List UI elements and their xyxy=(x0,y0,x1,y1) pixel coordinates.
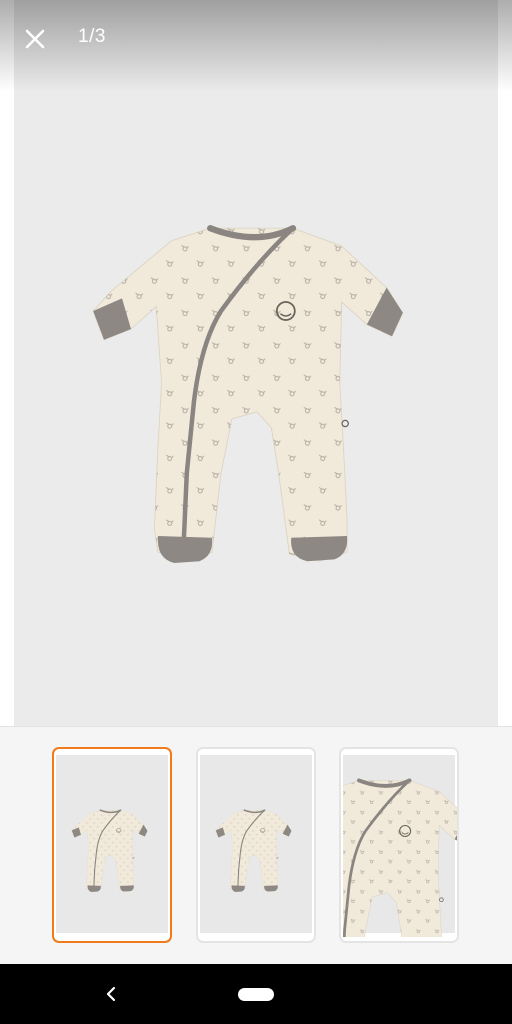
onesie-illustration xyxy=(14,0,498,726)
image-counter: 1/3 xyxy=(78,26,106,47)
thumbnail-strip xyxy=(0,726,512,965)
close-icon xyxy=(25,29,45,49)
product-image[interactable] xyxy=(14,0,498,726)
thumbnail-3[interactable] xyxy=(339,747,459,943)
thumbnail-image xyxy=(56,755,168,933)
image-viewer: 1/3 xyxy=(0,0,512,726)
thumbnail-image xyxy=(200,755,312,933)
thumbnail-2[interactable] xyxy=(196,747,316,943)
top-scrim xyxy=(0,0,512,92)
home-pill-icon[interactable] xyxy=(238,988,274,1001)
system-navigation-bar xyxy=(0,964,512,1024)
thumbnail-image xyxy=(341,755,457,941)
close-button[interactable] xyxy=(18,22,52,56)
back-chevron-icon xyxy=(106,986,116,1002)
back-button[interactable] xyxy=(96,980,126,1008)
thumbnail-1[interactable] xyxy=(52,747,172,943)
